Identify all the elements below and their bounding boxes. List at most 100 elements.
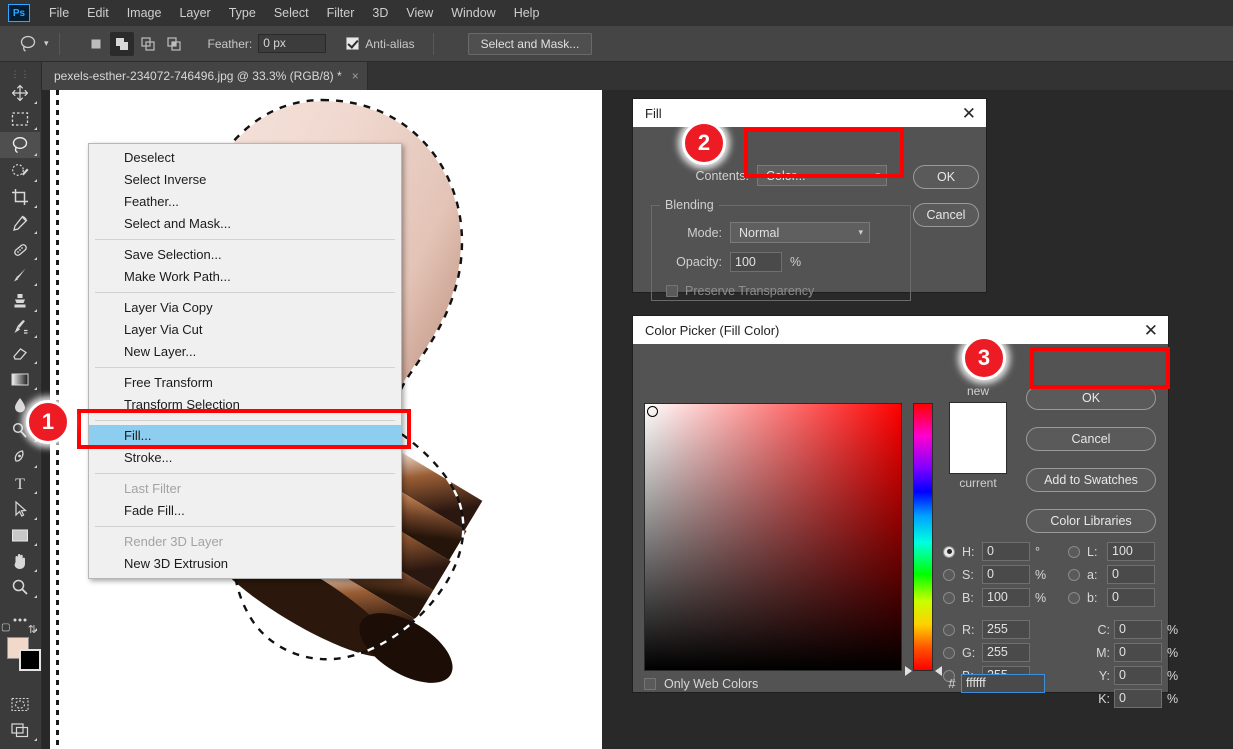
context-menu-item-select-and-mask[interactable]: Select and Mask... xyxy=(89,213,401,235)
intersect-with-selection-button[interactable] xyxy=(162,32,186,56)
feather-input[interactable]: 0 px xyxy=(258,34,327,53)
menu-item-filter[interactable]: Filter xyxy=(318,2,364,24)
context-menu-item-transform-selection[interactable]: Transform Selection xyxy=(89,394,401,416)
antialias-control[interactable]: Anti-alias xyxy=(346,37,415,51)
pen-tool[interactable] xyxy=(0,444,40,470)
path-selection-tool[interactable] xyxy=(0,496,40,522)
lab-l-radio[interactable] xyxy=(1068,545,1080,558)
zoom-tool[interactable] xyxy=(0,574,40,600)
menu-item-window[interactable]: Window xyxy=(442,2,504,24)
yellow-input[interactable]: 0 xyxy=(1114,666,1162,685)
close-icon[interactable]: × xyxy=(352,69,359,83)
new-selection-button[interactable] xyxy=(84,32,108,56)
hue-radio[interactable] xyxy=(943,545,955,558)
menu-item-edit[interactable]: Edit xyxy=(78,2,118,24)
menu-item-image[interactable]: Image xyxy=(118,2,171,24)
document-tab[interactable]: pexels-esther-234072-746496.jpg @ 33.3% … xyxy=(42,62,368,90)
context-menu-item-make-work-path[interactable]: Make Work Path... xyxy=(89,266,401,288)
hue-slider[interactable] xyxy=(913,403,933,671)
add-to-selection-button[interactable] xyxy=(109,31,134,56)
eyedropper-tool[interactable] xyxy=(0,210,40,236)
lab-b-radio[interactable] xyxy=(1068,591,1080,604)
menu-item-select[interactable]: Select xyxy=(265,2,318,24)
green-radio[interactable] xyxy=(943,646,955,659)
select-and-mask-button[interactable]: Select and Mask... xyxy=(467,32,593,55)
lab-a-input[interactable]: 0 xyxy=(1107,565,1155,584)
menu-item-3d[interactable]: 3D xyxy=(363,2,397,24)
background-color-swatch[interactable] xyxy=(19,649,41,671)
hue-slider-handle-right[interactable] xyxy=(935,666,942,676)
context-menu-item-layer-via-cut[interactable]: Layer Via Cut xyxy=(89,319,401,341)
color-libraries-button[interactable]: Color Libraries xyxy=(1026,509,1156,533)
color-picker-cancel-button[interactable]: Cancel xyxy=(1026,427,1156,451)
close-icon[interactable]: ✕ xyxy=(1144,322,1158,339)
black-input[interactable]: 0 xyxy=(1114,689,1162,708)
hue-input[interactable]: 0 xyxy=(982,542,1030,561)
type-tool[interactable]: T xyxy=(0,470,40,496)
lab-l-input[interactable]: 100 xyxy=(1107,542,1155,561)
brush-tool[interactable] xyxy=(0,262,40,288)
fill-mode-dropdown[interactable]: Normal ▾ xyxy=(730,222,870,243)
new-current-color-swatch[interactable] xyxy=(949,402,1007,474)
active-tool-preset-picker[interactable]: ▾ xyxy=(18,34,49,54)
saturation-brightness-field[interactable] xyxy=(644,403,902,671)
move-tool[interactable] xyxy=(0,80,40,106)
add-to-swatches-button[interactable]: Add to Swatches xyxy=(1026,468,1156,492)
crop-tool[interactable] xyxy=(0,184,40,210)
quick-mask-button[interactable] xyxy=(0,691,40,717)
color-field-cursor[interactable] xyxy=(647,406,658,417)
context-menu-item-layer-via-copy[interactable]: Layer Via Copy xyxy=(89,297,401,319)
fill-ok-button[interactable]: OK xyxy=(913,165,979,189)
menu-item-file[interactable]: File xyxy=(40,2,78,24)
fill-opacity-input[interactable]: 100 xyxy=(730,252,782,272)
menu-item-type[interactable]: Type xyxy=(220,2,265,24)
subtract-from-selection-button[interactable] xyxy=(136,32,160,56)
history-brush-tool[interactable] xyxy=(0,314,40,340)
spot-healing-brush-tool[interactable] xyxy=(0,236,40,262)
menu-item-layer[interactable]: Layer xyxy=(170,2,219,24)
brightness-input[interactable]: 100 xyxy=(982,588,1030,607)
close-icon[interactable]: ✕ xyxy=(962,105,976,122)
context-menu-item-free-transform[interactable]: Free Transform xyxy=(89,372,401,394)
swap-colors-icon[interactable]: ⇅ xyxy=(28,623,37,636)
default-colors-icon[interactable]: ▢ xyxy=(1,622,10,633)
menu-item-view[interactable]: View xyxy=(397,2,442,24)
magenta-input[interactable]: 0 xyxy=(1114,643,1162,662)
context-menu-item-fill[interactable]: Fill... xyxy=(89,425,401,447)
rectangle-tool[interactable] xyxy=(0,522,40,548)
menu-item-help[interactable]: Help xyxy=(505,2,549,24)
red-input[interactable]: 255 xyxy=(982,620,1030,639)
brightness-radio[interactable] xyxy=(943,591,955,604)
context-menu-item-new-layer[interactable]: New Layer... xyxy=(89,341,401,363)
eraser-tool[interactable] xyxy=(0,340,40,366)
quick-selection-tool[interactable] xyxy=(0,158,40,184)
cyan-input[interactable]: 0 xyxy=(1114,620,1162,639)
context-menu-item-new-3d-extrusion[interactable]: New 3D Extrusion xyxy=(89,553,401,575)
hue-slider-handle-left[interactable] xyxy=(905,666,912,676)
only-web-colors-checkbox[interactable] xyxy=(644,678,656,690)
context-menu-item-fade-fill[interactable]: Fade Fill... xyxy=(89,500,401,522)
rectangular-marquee-tool[interactable] xyxy=(0,106,40,132)
gradient-tool[interactable] xyxy=(0,366,40,392)
panel-grip[interactable]: ⋮⋮ xyxy=(0,68,41,80)
fill-preserve-transparency-row[interactable]: Preserve Transparency xyxy=(666,284,814,298)
context-menu-item-feather[interactable]: Feather... xyxy=(89,191,401,213)
context-menu-item-stroke[interactable]: Stroke... xyxy=(89,447,401,469)
lab-a-radio[interactable] xyxy=(1068,568,1080,581)
saturation-radio[interactable] xyxy=(943,568,955,581)
lasso-tool[interactable] xyxy=(0,132,40,158)
antialias-checkbox[interactable] xyxy=(346,37,360,50)
saturation-input[interactable]: 0 xyxy=(982,565,1030,584)
hex-input[interactable]: ffffff xyxy=(961,674,1045,693)
fill-contents-dropdown[interactable]: Color... ▾ xyxy=(757,165,887,186)
hand-tool[interactable] xyxy=(0,548,40,574)
screen-mode-button[interactable] xyxy=(0,717,40,743)
color-picker-ok-button[interactable]: OK xyxy=(1026,386,1156,410)
lab-b-input[interactable]: 0 xyxy=(1107,588,1155,607)
context-menu-item-select-inverse[interactable]: Select Inverse xyxy=(89,169,401,191)
context-menu-item-save-selection[interactable]: Save Selection... xyxy=(89,244,401,266)
context-menu-item-deselect[interactable]: Deselect xyxy=(89,147,401,169)
red-radio[interactable] xyxy=(943,623,955,636)
green-input[interactable]: 255 xyxy=(982,643,1030,662)
clone-stamp-tool[interactable] xyxy=(0,288,40,314)
